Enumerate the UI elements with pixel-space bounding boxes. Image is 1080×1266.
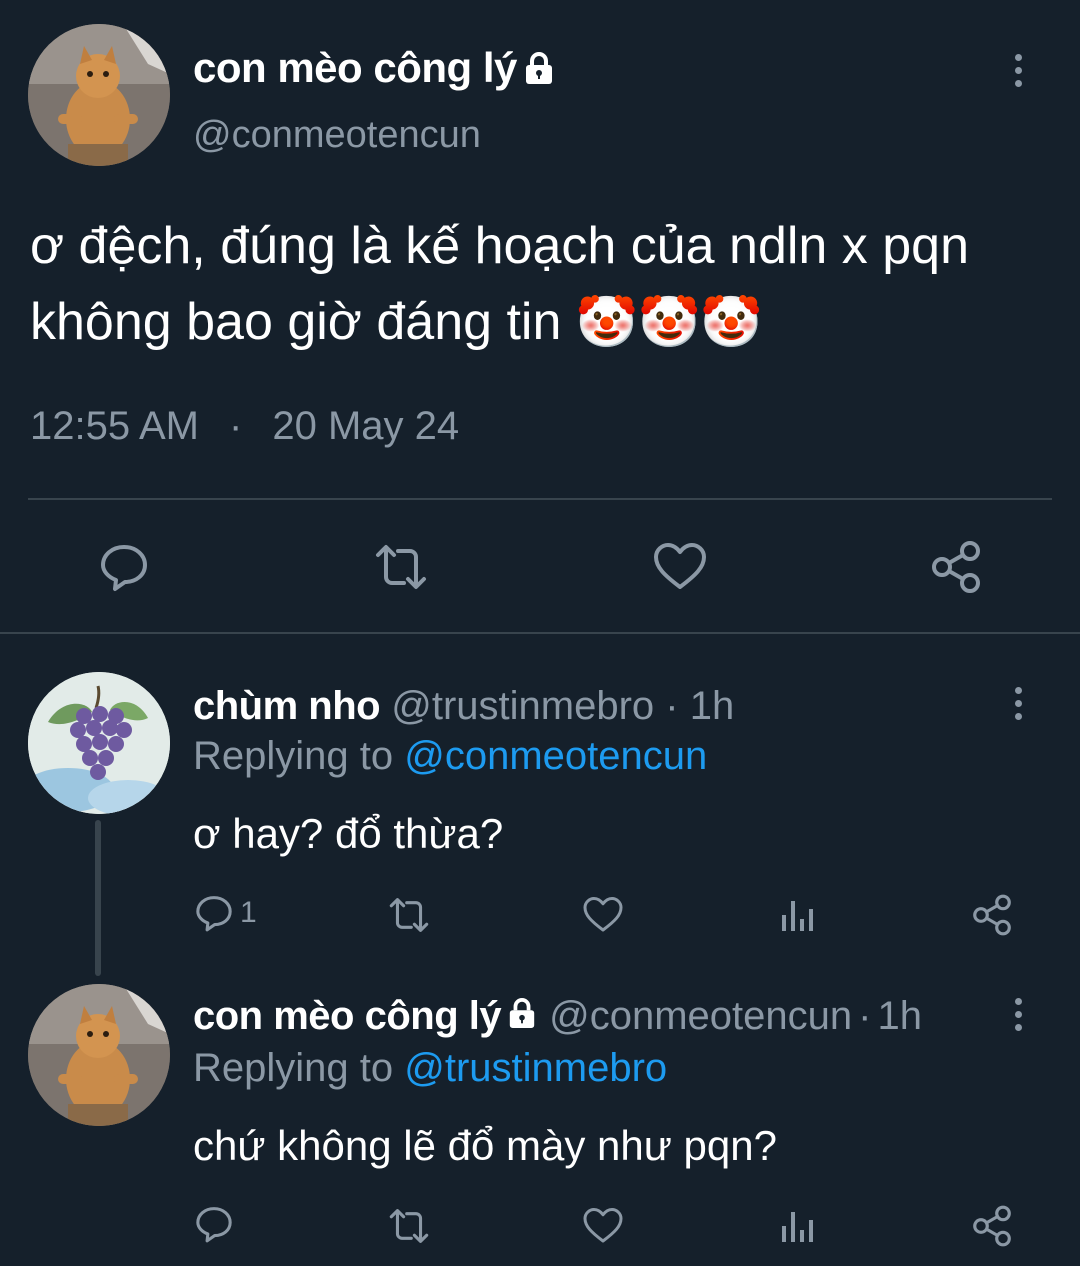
reply1-display-name[interactable]: chùm nho <box>193 684 381 728</box>
tweet-timestamp[interactable]: 12:55 AM · 20 May 24 <box>30 404 459 449</box>
tweet-date: 20 May 24 <box>272 404 460 448</box>
heart-icon <box>583 897 623 932</box>
heart-icon <box>583 1208 623 1243</box>
reply2-handle[interactable]: @conmeotencun <box>549 994 852 1039</box>
more-icon-dot <box>1015 80 1022 87</box>
more-icon-dot <box>1015 1024 1022 1031</box>
avatar-trustinmebro[interactable] <box>28 672 170 814</box>
replying-to-label: Replying to <box>193 734 394 778</box>
more-icon-dot <box>1015 713 1022 720</box>
divider-bottom <box>0 632 1080 634</box>
reply2-reply-button[interactable] <box>194 1204 234 1244</box>
reply1-reply-count: 1 <box>240 896 257 929</box>
replying-to-link[interactable]: @conmeotencun <box>404 734 707 778</box>
tweet-text-line2: không bao giờ đáng tin <box>30 293 562 351</box>
reply1-time-separator: · <box>665 684 679 728</box>
retweet-icon <box>389 1209 429 1243</box>
reply-icon <box>196 896 232 932</box>
reply2-share-button[interactable] <box>970 1204 1014 1248</box>
reply1-like-button[interactable] <box>582 895 624 935</box>
replying-to-link[interactable]: @trustinmebro <box>404 1046 667 1090</box>
share-icon <box>973 1205 1011 1247</box>
share-button[interactable] <box>928 539 984 595</box>
reply-button[interactable] <box>98 541 150 593</box>
reply2-retweet-button[interactable] <box>385 1206 433 1246</box>
reply2-views-button[interactable] <box>778 1206 816 1246</box>
author-handle[interactable]: @conmeotencun <box>193 114 481 157</box>
avatar-conmeotencun[interactable] <box>28 24 170 166</box>
reply2-time[interactable]: 1h <box>877 994 922 1039</box>
reply1-reply-button[interactable]: 1 <box>194 893 257 933</box>
reply2-header: con mèo công lý @conmeotencun · 1h <box>193 994 922 1039</box>
reply2-display-name[interactable]: con mèo công lý <box>193 994 502 1039</box>
more-icon-dot <box>1015 54 1022 61</box>
reply1-text: ơ hay? đổ thừa? <box>193 810 504 857</box>
like-button[interactable] <box>652 541 708 593</box>
reply1-more-button[interactable] <box>1015 687 1022 720</box>
reply2-like-button[interactable] <box>582 1206 624 1246</box>
retweet-icon <box>376 545 426 589</box>
retweet-icon <box>389 898 429 932</box>
reply2-time-separator: · <box>858 994 872 1038</box>
reply-icon <box>196 1207 232 1243</box>
author-name-row: con mèo công lý <box>193 44 555 92</box>
share-icon <box>932 541 980 593</box>
reply1-replying-to: Replying to @conmeotencun <box>193 734 707 779</box>
reply1-views-button[interactable] <box>778 895 816 935</box>
lock-icon <box>523 51 555 85</box>
more-options-button[interactable] <box>1015 54 1022 87</box>
divider-top <box>28 498 1052 500</box>
views-icon <box>782 901 813 931</box>
reply1-handle[interactable]: @trustinmebro <box>391 684 654 728</box>
reply1-retweet-button[interactable] <box>385 895 433 935</box>
retweet-button[interactable] <box>370 541 432 593</box>
more-icon-dot <box>1015 687 1022 694</box>
reply1-header: chùm nho @trustinmebro · 1h <box>193 684 734 729</box>
more-icon-dot <box>1015 998 1022 1005</box>
tweet-text-line2-row: không bao giờ đáng tin 🤡🤡🤡 <box>30 284 969 360</box>
reply1-time[interactable]: 1h <box>690 684 735 728</box>
share-icon <box>973 894 1011 936</box>
reply2-text: chứ không lẽ đổ mày như pqn? <box>193 1122 777 1169</box>
reply1-share-button[interactable] <box>970 893 1014 937</box>
tweet-text-line1: ơ đệch, đúng là kế hoạch của ndln x pqn <box>30 217 969 275</box>
replying-to-label: Replying to <box>193 1046 394 1090</box>
heart-icon <box>654 543 706 589</box>
reply2-replying-to: Replying to @trustinmebro <box>193 1046 667 1091</box>
tweet-time: 12:55 AM <box>30 404 200 448</box>
thread-line <box>95 820 101 976</box>
reply-icon <box>101 545 147 591</box>
timestamp-separator: · <box>229 404 243 448</box>
more-icon-dot <box>1015 700 1022 707</box>
more-icon-dot <box>1015 1011 1022 1018</box>
reply2-more-button[interactable] <box>1015 998 1022 1031</box>
clown-emojis: 🤡🤡🤡 <box>575 293 763 351</box>
avatar-conmeotencun-reply[interactable] <box>28 984 170 1126</box>
more-icon-dot <box>1015 67 1022 74</box>
author-display-name[interactable]: con mèo công lý <box>193 44 517 92</box>
views-icon <box>782 1212 813 1242</box>
lock-icon <box>507 994 537 1039</box>
tweet-text: ơ đệch, đúng là kế hoạch của ndln x pqn … <box>30 208 969 360</box>
